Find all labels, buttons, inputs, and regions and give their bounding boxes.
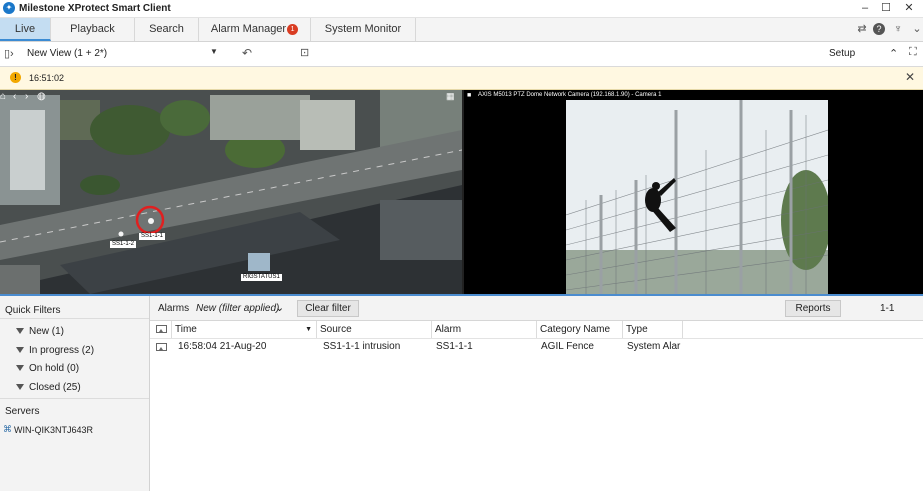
camera-title: AXIS M5013 PTZ Dome Network Camera (192.… — [478, 92, 662, 98]
column-header-snapshot[interactable] — [150, 321, 172, 338]
filter-label: Closed (25) — [29, 382, 81, 393]
quick-filters-panel: Quick Filters New (1) In progress (2) On… — [0, 296, 150, 491]
alarm-list-header: Alarms New (filter applied) ⌄ Clear filt… — [150, 296, 923, 321]
clear-filter-button[interactable]: Clear filter — [297, 300, 359, 317]
sort-desc-icon: ▼ — [305, 326, 312, 333]
column-header-alarm[interactable]: Alarm — [432, 321, 537, 338]
divider — [0, 318, 149, 319]
column-header-time[interactable]: Time ▼ — [172, 321, 317, 338]
column-header-source[interactable]: Source — [317, 321, 432, 338]
filter-in-progress[interactable]: In progress (2) — [16, 345, 94, 356]
tab-alarm-manager[interactable]: Alarm Manager 1 — [199, 18, 311, 41]
image-icon — [156, 325, 167, 333]
filter-icon — [16, 328, 24, 335]
tab-playback[interactable]: Playback — [51, 18, 135, 41]
alarm-filter-selector[interactable]: New (filter applied) — [196, 303, 279, 314]
alarm-count-badge: 1 — [287, 23, 299, 35]
connection-icon[interactable]: ⇄ — [855, 22, 869, 36]
filter-label: On hold (0) — [29, 363, 80, 374]
filter-icon — [16, 365, 24, 372]
snapshot-icon — [156, 343, 167, 351]
map-view[interactable]: ⌂ ‹ › ◍ ▦ SS1-1-1 SS1-1-2 RIGSTATUS1 — [0, 90, 462, 294]
map-label-ss1-1-2[interactable]: SS1-1-2 — [110, 241, 137, 248]
column-header-type[interactable]: Type — [623, 321, 683, 338]
alarm-range: 1-1 — [880, 303, 895, 314]
filter-label: New (1) — [29, 326, 65, 337]
close-window-button[interactable]: ✕ — [899, 0, 919, 16]
filter-new[interactable]: New (1) — [16, 326, 64, 337]
column-label: Time — [175, 324, 197, 335]
view-dropdown-icon[interactable]: ▼ — [210, 47, 218, 56]
map-label-rigstatus1[interactable]: RIGSTATUS1 — [241, 274, 282, 281]
quick-filters-title: Quick Filters — [5, 305, 61, 316]
row-type: System Alarm — [627, 341, 681, 352]
row-category: AGIL Fence — [541, 341, 594, 352]
maximize-button[interactable]: ☐ — [876, 0, 896, 16]
filter-on-hold[interactable]: On hold (0) — [16, 363, 79, 374]
chevron-down-icon[interactable]: ⌄ — [275, 301, 284, 314]
back-icon[interactable]: ‹ — [13, 91, 16, 102]
camera-view[interactable]: ■ AXIS M5013 PTZ Dome Network Camera (19… — [464, 90, 923, 294]
title-bar: ✦ Milestone XProtect Smart Client – ☐ ✕ — [0, 0, 923, 18]
main-tab-bar: Live Playback Search Alarm Manager 1 Syst… — [0, 18, 923, 42]
row-source: SS1-1-1 intrusion — [323, 341, 401, 352]
tab-system-monitor[interactable]: System Monitor — [311, 18, 416, 41]
filter-closed[interactable]: Closed (25) — [16, 382, 81, 393]
home-icon[interactable]: ⌂ — [0, 91, 6, 102]
alarm-list-panel: Alarms New (filter applied) ⌄ Clear filt… — [150, 296, 923, 491]
row-alarm: SS1-1-1 — [436, 341, 473, 352]
minimize-button[interactable]: – — [855, 0, 875, 16]
map-grid-icon[interactable]: ▦ — [446, 91, 455, 102]
app-logo-icon: ✦ — [3, 2, 15, 14]
filter-icon — [16, 347, 24, 354]
close-notification-button[interactable]: ✕ — [905, 70, 915, 84]
map-label-ss1-1-1[interactable]: SS1-1-1 — [139, 233, 166, 240]
tab-live[interactable]: Live — [0, 18, 51, 41]
tab-search[interactable]: Search — [135, 18, 199, 41]
notification-bar: ! 16:51:02 ✕ — [0, 67, 923, 90]
notification-time: 16:51:02 — [29, 73, 65, 83]
help-icon[interactable]: ? — [873, 23, 885, 35]
pane-toggle-icon[interactable]: ▯› — [4, 47, 14, 60]
alarms-label: Alarms — [158, 303, 190, 314]
camera-icon: ■ — [467, 92, 472, 99]
undo-icon[interactable]: ↶ — [242, 46, 252, 60]
chevron-up-icon[interactable]: ⌃ — [889, 47, 898, 60]
servers-title: Servers — [5, 406, 40, 417]
camera-feed-image — [566, 100, 828, 294]
warning-icon: ! — [10, 72, 21, 83]
status-icon[interactable]: ♆ — [891, 22, 905, 36]
server-item[interactable]: WIN-QIK3NTJ643R — [14, 425, 93, 435]
reports-button[interactable]: Reports — [785, 300, 841, 317]
view-toolbar: ▯› New View (1 + 2*) ▼ ↶ ⊡ Setup ⌃ ⛶ — [0, 42, 923, 67]
app-title: Milestone XProtect Smart Client — [19, 3, 171, 14]
column-header-category[interactable]: Category Name — [537, 321, 623, 338]
fullscreen-icon[interactable]: ⛶ — [909, 46, 917, 59]
snapshot-icon[interactable]: ⊡ — [300, 46, 309, 59]
server-icon: ⌘ — [3, 424, 12, 434]
satellite-map-image — [0, 90, 462, 294]
setup-button[interactable]: Setup — [829, 48, 855, 59]
filter-label: In progress (2) — [29, 345, 95, 356]
forward-icon[interactable]: › — [25, 91, 28, 102]
divider — [0, 398, 149, 399]
globe-icon[interactable]: ◍ — [37, 91, 46, 102]
view-selector[interactable]: New View (1 + 2*) — [27, 48, 107, 59]
filter-icon — [16, 384, 24, 391]
tab-alarm-manager-label: Alarm Manager — [210, 23, 287, 35]
chevron-down-icon[interactable]: ⌄ — [910, 22, 923, 36]
row-time: 16:58:04 21-Aug-20 — [178, 341, 267, 352]
